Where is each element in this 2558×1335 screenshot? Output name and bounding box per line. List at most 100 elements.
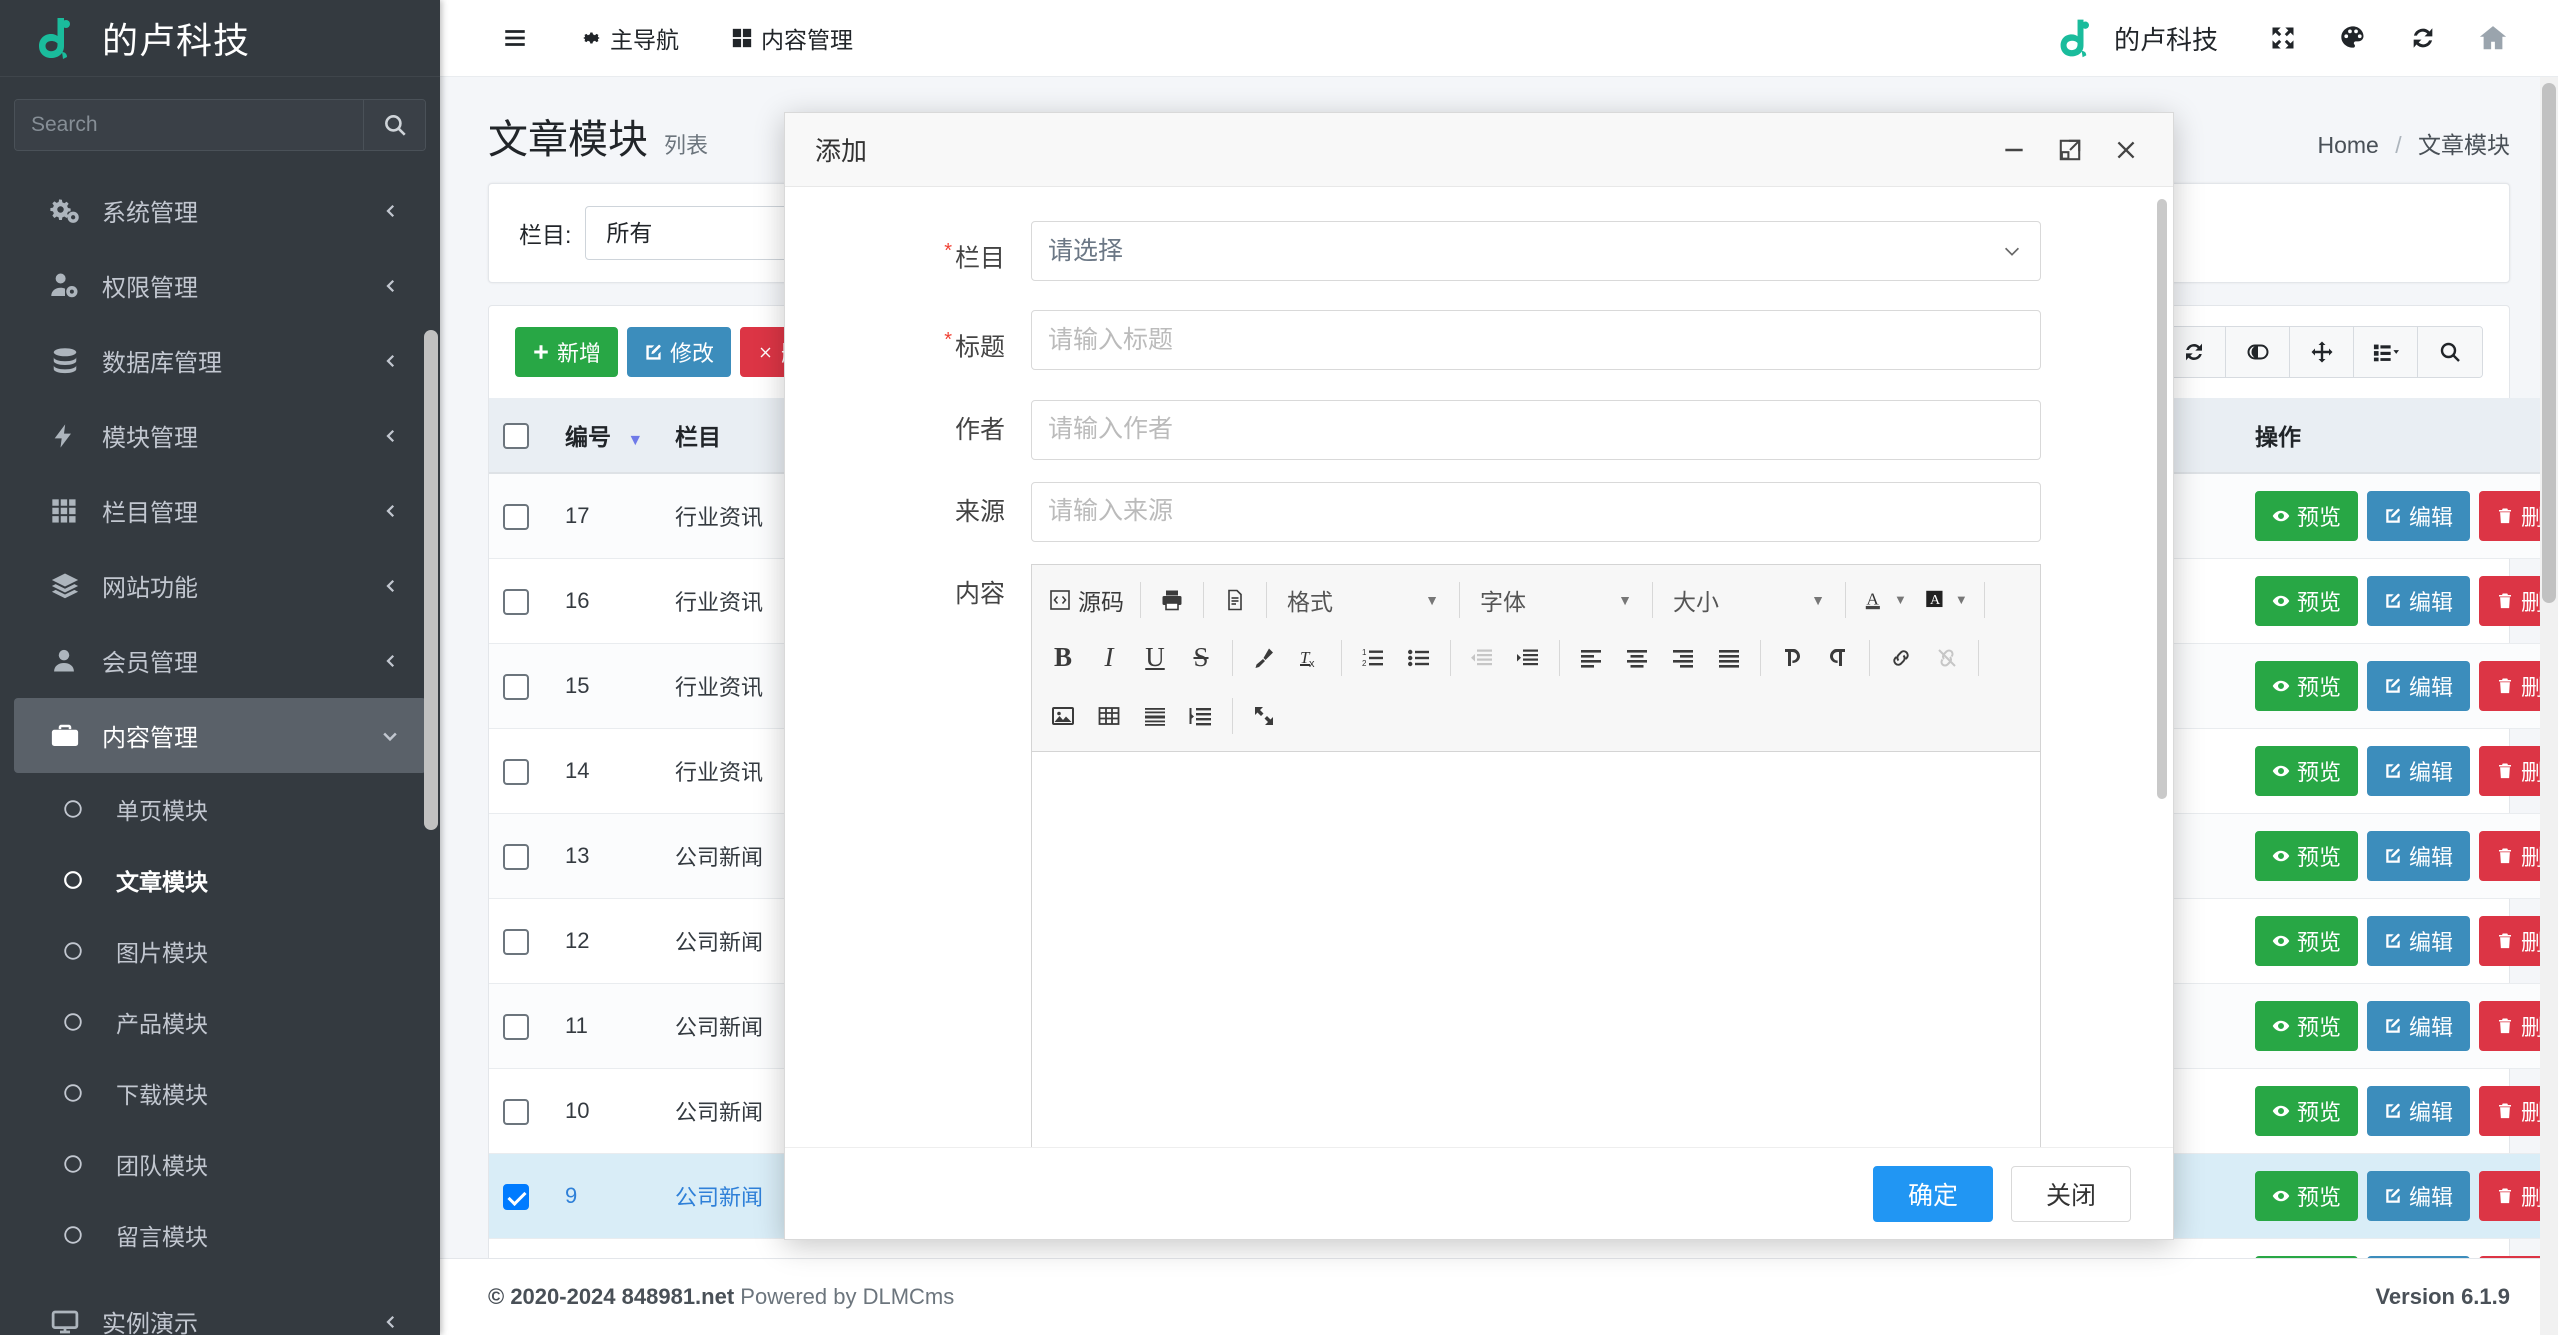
image-button[interactable] <box>1040 693 1086 739</box>
align-justify-button[interactable] <box>1706 635 1752 681</box>
row-edit-button[interactable]: 编辑 <box>2367 1001 2471 1051</box>
refresh-icon[interactable] <box>2390 9 2456 67</box>
select-all-checkbox[interactable] <box>503 422 529 449</box>
preview-button[interactable]: 预览 <box>2255 1086 2359 1136</box>
numbered-list-button[interactable]: 12 <box>1350 635 1396 681</box>
row-select-cell[interactable] <box>489 1068 551 1154</box>
table-button[interactable] <box>1086 693 1132 739</box>
modal-category-select[interactable]: 请选择 <box>1031 221 2041 281</box>
row-select-cell[interactable] <box>489 473 551 559</box>
close-icon[interactable] <box>2109 133 2143 167</box>
sidebar-item-modules[interactable]: 模块管理 <box>14 398 426 473</box>
home-icon[interactable] <box>2460 9 2526 67</box>
underline-button[interactable]: U <box>1132 635 1178 681</box>
fullscreen-move-icon[interactable] <box>2290 327 2354 377</box>
sidebar-scrollbar-thumb[interactable] <box>424 330 438 830</box>
row-edit-button[interactable]: 编辑 <box>2367 746 2471 796</box>
row-edit-button[interactable]: 编辑 <box>2367 1086 2471 1136</box>
preview-button[interactable]: 预览 <box>2255 831 2359 881</box>
palette-icon[interactable] <box>2320 9 2386 67</box>
rtl-button[interactable] <box>1815 635 1861 681</box>
row-checkbox[interactable] <box>503 1013 529 1040</box>
sidebar-item-content[interactable]: 内容管理 <box>14 698 426 773</box>
remove-format-button[interactable]: Tx <box>1287 635 1333 681</box>
row-checkbox[interactable] <box>503 843 529 870</box>
sidebar-brand[interactable]: 的卢科技 <box>0 0 440 77</box>
sidebar-item-members[interactable]: 会员管理 <box>14 623 426 698</box>
outdent-button[interactable] <box>1459 635 1505 681</box>
row-checkbox[interactable] <box>503 1098 529 1125</box>
modal-header[interactable]: 添加 <box>785 113 2173 187</box>
row-edit-button[interactable]: 编辑 <box>2367 491 2471 541</box>
columns-list-icon[interactable] <box>2354 327 2418 377</box>
row-checkbox[interactable] <box>503 503 529 530</box>
modal-scrollbar-thumb[interactable] <box>2157 199 2167 799</box>
modal-confirm-button[interactable]: 确定 <box>1872 1165 1993 1222</box>
font-combo[interactable]: 字体 ▼ <box>1468 577 1644 623</box>
sidebar-item-website[interactable]: 网站功能 <box>14 548 426 623</box>
modal-close-button[interactable]: 关闭 <box>2010 1165 2131 1222</box>
templates-button[interactable] <box>1212 577 1258 623</box>
modal-source-input[interactable] <box>1031 481 2041 542</box>
size-combo[interactable]: 大小 ▼ <box>1661 577 1837 623</box>
sidebar-item-database[interactable]: 数据库管理 <box>14 323 426 398</box>
row-edit-button[interactable]: 编辑 <box>2367 916 2471 966</box>
breadcrumb-home[interactable]: Home <box>2317 132 2378 158</box>
sidebar-toggle-button[interactable] <box>476 9 554 67</box>
column-header-id[interactable]: 编号 ▼ <box>551 398 661 474</box>
align-left-button[interactable] <box>1568 635 1614 681</box>
row-edit-button[interactable]: 编辑 <box>2367 831 2471 881</box>
maximize-editor-button[interactable] <box>1241 693 1287 739</box>
unlink-button[interactable] <box>1924 635 1970 681</box>
copy-formatting-button[interactable] <box>1241 635 1287 681</box>
row-select-cell[interactable] <box>489 898 551 984</box>
sidebar-item-demo[interactable]: 实例演示 <box>14 1284 426 1335</box>
align-right-button[interactable] <box>1660 635 1706 681</box>
indent-button[interactable] <box>1505 635 1551 681</box>
modal-author-input[interactable] <box>1031 399 2041 460</box>
row-checkbox[interactable] <box>503 758 529 785</box>
horizontal-rule-button[interactable] <box>1132 693 1178 739</box>
link-button[interactable] <box>1878 635 1924 681</box>
minimize-icon[interactable] <box>1997 133 2031 167</box>
editor-content-area[interactable] <box>1032 751 2040 1147</box>
sidebar-subitem-article[interactable]: 文章模块 <box>14 844 426 915</box>
toggle-columns-icon[interactable] <box>2226 327 2290 377</box>
sidebar-subitem-image[interactable]: 图片模块 <box>14 915 426 986</box>
row-select-cell[interactable] <box>489 1153 551 1239</box>
print-button[interactable] <box>1149 577 1195 623</box>
italic-button[interactable]: I <box>1086 635 1132 681</box>
page-scrollbar[interactable] <box>2540 77 2558 1335</box>
source-button[interactable]: 源码 <box>1040 577 1132 623</box>
search-icon[interactable] <box>2418 327 2482 377</box>
row-select-cell[interactable] <box>489 983 551 1069</box>
row-checkbox[interactable] <box>503 928 529 955</box>
text-color-button[interactable]: A ▼ <box>1854 577 1915 623</box>
page-break-button[interactable] <box>1178 693 1224 739</box>
format-combo[interactable]: 格式 ▼ <box>1275 577 1451 623</box>
preview-button[interactable]: 预览 <box>2255 576 2359 626</box>
preview-button[interactable]: 预览 <box>2255 1001 2359 1051</box>
bulleted-list-button[interactable] <box>1396 635 1442 681</box>
row-select-cell[interactable] <box>489 643 551 729</box>
add-button[interactable]: 新增 <box>515 327 619 377</box>
preview-button[interactable]: 预览 <box>2255 491 2359 541</box>
preview-button[interactable]: 预览 <box>2255 916 2359 966</box>
row-select-cell[interactable] <box>489 728 551 814</box>
sidebar-item-system[interactable]: 系统管理 <box>14 173 426 248</box>
modal-title-input[interactable] <box>1031 310 2041 371</box>
search-input[interactable] <box>15 100 363 150</box>
topnav-brand[interactable]: 的卢科技 <box>2056 16 2218 60</box>
row-edit-button[interactable]: 编辑 <box>2367 576 2471 626</box>
sidebar-subitem-single-page[interactable]: 单页模块 <box>14 773 426 844</box>
sidebar-subitem-product[interactable]: 产品模块 <box>14 986 426 1057</box>
row-checkbox[interactable] <box>503 673 529 700</box>
row-checkbox[interactable] <box>503 588 529 615</box>
align-center-button[interactable] <box>1614 635 1660 681</box>
preview-button[interactable]: 预览 <box>2255 661 2359 711</box>
edit-button[interactable]: 修改 <box>627 327 732 377</box>
search-button[interactable] <box>363 100 425 150</box>
row-checkbox[interactable] <box>503 1183 529 1210</box>
page-scrollbar-thumb[interactable] <box>2542 83 2556 603</box>
topnav-content-mgmt-button[interactable]: 内容管理 <box>705 9 879 67</box>
